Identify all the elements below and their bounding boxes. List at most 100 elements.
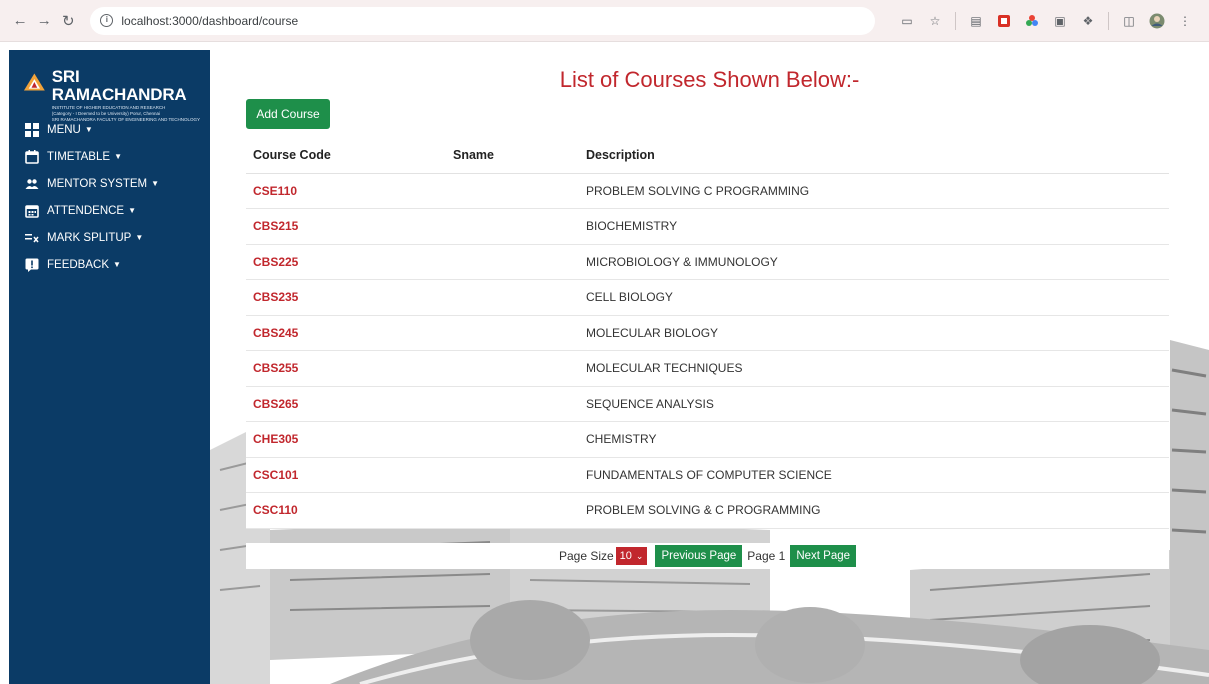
chevron-down-icon: ⌄ [635, 550, 644, 561]
url-text: localhost:3000/dashboard/course [121, 13, 299, 28]
sidebar-item-label: ATTENDENCE [47, 204, 125, 217]
toolbar-divider [1108, 11, 1110, 30]
sidebar-item-label: MENU [47, 123, 81, 136]
toolbar-divider [955, 11, 957, 30]
previous-page-button[interactable]: Previous Page [655, 545, 743, 567]
caret-down-icon: ▼ [128, 206, 137, 215]
reload-icon[interactable]: ↻ [58, 10, 78, 32]
cast-icon[interactable]: ▭ [899, 13, 915, 29]
extension-red-icon[interactable] [996, 13, 1012, 29]
page-title: List of Courses Shown Below:- [559, 67, 860, 92]
column-header-sname[interactable]: Sname [446, 138, 579, 174]
column-header-course-code[interactable]: Course Code [246, 138, 446, 174]
side-panel-icon[interactable]: ◫ [1121, 13, 1137, 29]
page-size-value: 10 [619, 550, 632, 562]
caret-down-icon: ▼ [114, 152, 122, 161]
table-row[interactable]: CBS255 MOLECULAR TECHNIQUES [246, 350, 1169, 387]
extension-screenshot-icon[interactable]: ▤ [968, 13, 984, 29]
brand-line-3: SRI RAMACHANDRA FACULTY OF ENGINEERING A… [51, 117, 201, 122]
extension-color-icon[interactable] [1024, 13, 1040, 29]
course-code-cell[interactable]: CSC110 [246, 492, 446, 529]
sname-cell [446, 244, 579, 280]
puzzle-icon[interactable]: ❖ [1080, 13, 1096, 29]
sname-cell [446, 208, 579, 245]
list-x-icon [25, 231, 39, 245]
add-course-button[interactable]: Add Course [246, 99, 330, 129]
course-code-cell[interactable]: CBS235 [246, 279, 446, 316]
table-row[interactable]: CSC101 FUNDAMENTALS OF COMPUTER SCIENCE [246, 457, 1169, 493]
description-cell: PROBLEM SOLVING C PROGRAMMING [579, 173, 1169, 209]
course-code-cell[interactable]: CBS225 [246, 244, 446, 280]
course-code-cell[interactable]: CHE305 [246, 421, 446, 458]
table-row[interactable]: CBS265 SEQUENCE ANALYSIS [246, 386, 1169, 422]
current-page-label: Page 1 [747, 549, 786, 563]
description-cell: PROBLEM SOLVING & C PROGRAMMING [579, 492, 1169, 529]
sidebar-item-label: FEEDBACK [47, 258, 109, 271]
description-cell: MOLECULAR BIOLOGY [579, 315, 1169, 351]
sname-cell [446, 421, 579, 458]
caret-down-icon: ▼ [113, 260, 121, 269]
calendar-grid-icon [25, 204, 39, 218]
profile-avatar-icon[interactable] [1149, 13, 1165, 29]
users-icon [25, 177, 39, 191]
sidebar-item-feedback[interactable]: FEEDBACK ▼ [9, 251, 210, 278]
sname-cell [446, 386, 579, 422]
info-icon[interactable]: i [100, 14, 114, 27]
sname-cell [446, 279, 579, 316]
description-cell: MICROBIOLOGY & IMMUNOLOGY [579, 244, 1169, 280]
extension-box-icon[interactable]: ▣ [1052, 13, 1068, 29]
caret-down-icon: ▼ [135, 233, 144, 242]
pagination-bar: Page Size 10 ⌄ Previous Page Page 1 Next… [246, 543, 1169, 569]
sidebar-item-label: MARK SPLITUP [47, 231, 132, 244]
forward-arrow-icon[interactable]: → [34, 10, 54, 32]
page-size-label: Page Size [558, 549, 614, 563]
course-code-cell[interactable]: CSE110 [246, 173, 446, 209]
brand-logo: SRI RAMACHANDRA INSTITUTE OF HIGHER EDUC… [9, 50, 210, 122]
sidebar-item-timetable[interactable]: TIMETABLE ▼ [9, 143, 210, 170]
back-arrow-icon[interactable]: ← [10, 10, 30, 32]
sname-cell [446, 492, 579, 529]
column-header-description[interactable]: Description [579, 138, 1169, 174]
page-size-select[interactable]: 10 ⌄ [615, 547, 648, 565]
sname-cell [446, 350, 579, 387]
table-row[interactable]: CBS215 BIOCHEMISTRY [246, 208, 1169, 245]
main-content: List of Courses Shown Below:- Add Course… [210, 50, 1209, 684]
description-cell: FUNDAMENTALS OF COMPUTER SCIENCE [579, 457, 1169, 493]
course-code-cell[interactable]: CBS245 [246, 315, 446, 351]
sidebar-item-attendence[interactable]: ATTENDENCE ▼ [9, 197, 210, 224]
caret-down-icon: ▼ [151, 179, 160, 188]
extensions-area: ▭ ☆ ▤ ▣ ❖ ◫ ⋮ [893, 11, 1199, 30]
table-row[interactable]: CBS245 MOLECULAR BIOLOGY [246, 315, 1169, 351]
next-page-button[interactable]: Next Page [790, 545, 857, 567]
address-bar[interactable]: i localhost:3000/dashboard/course [90, 6, 876, 35]
brand-name: SRI RAMACHANDRA [51, 67, 187, 104]
course-code-cell[interactable]: CBS215 [246, 208, 446, 245]
caret-down-icon: ▼ [84, 125, 93, 134]
table-row[interactable]: CBS225 MICROBIOLOGY & IMMUNOLOGY [246, 244, 1169, 280]
sidebar-item-label: TIMETABLE [47, 150, 111, 163]
table-row[interactable]: CSE110 PROBLEM SOLVING C PROGRAMMING [246, 173, 1169, 209]
brand-line-2: (Category - I Deemed to be University) P… [51, 111, 161, 116]
browser-toolbar: ← → ↻ i localhost:3000/dashboard/course … [0, 0, 1209, 42]
sname-cell [446, 173, 579, 209]
sidebar-item-mark-splitup[interactable]: MARK SPLITUP ▼ [9, 224, 210, 251]
institution-logo-icon [23, 73, 45, 91]
course-code-cell[interactable]: CSC101 [246, 457, 446, 493]
description-cell: CELL BIOLOGY [579, 279, 1169, 316]
alert-message-icon [25, 258, 39, 272]
sidebar-item-label: MENTOR SYSTEM [47, 177, 148, 190]
description-cell: SEQUENCE ANALYSIS [579, 386, 1169, 422]
table-row[interactable]: CBS235 CELL BIOLOGY [246, 279, 1169, 316]
description-cell: CHEMISTRY [579, 421, 1169, 458]
sidebar-item-mentor-system[interactable]: MENTOR SYSTEM ▼ [9, 170, 210, 197]
table-row[interactable]: CHE305 CHEMISTRY [246, 421, 1169, 458]
bookmark-star-icon[interactable]: ☆ [927, 13, 943, 29]
description-cell: BIOCHEMISTRY [579, 208, 1169, 245]
sname-cell [446, 315, 579, 351]
grid-icon [25, 122, 39, 137]
more-menu-icon[interactable]: ⋮ [1177, 13, 1193, 29]
course-code-cell[interactable]: CBS265 [246, 386, 446, 422]
table-row[interactable]: CSC110 PROBLEM SOLVING & C PROGRAMMING [246, 492, 1169, 529]
courses-table: Course Code Sname Description CSE110 PRO… [246, 138, 1169, 529]
course-code-cell[interactable]: CBS255 [246, 350, 446, 387]
